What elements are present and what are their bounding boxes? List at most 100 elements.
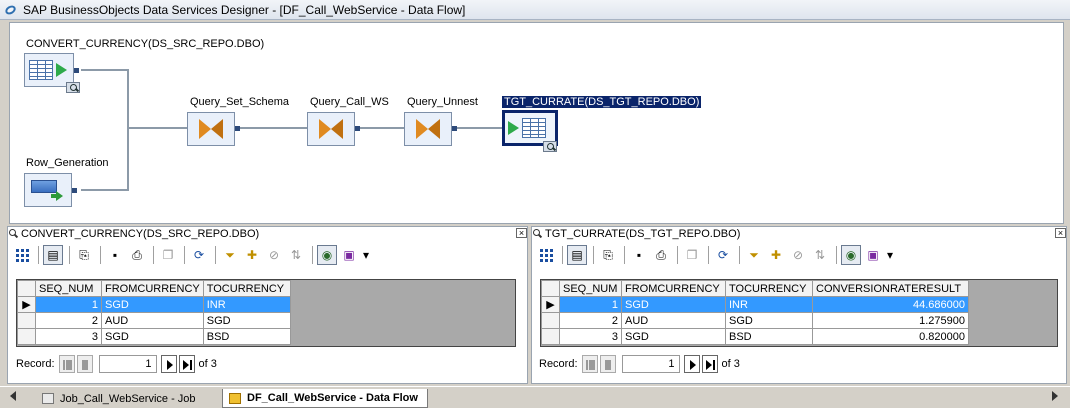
options-icon[interactable]: ▣ bbox=[339, 245, 359, 265]
seq-num-cell[interactable]: 1 bbox=[559, 296, 622, 313]
to-currency-cell[interactable]: BSD bbox=[725, 328, 813, 345]
sort-icon[interactable]: ⇅ bbox=[810, 245, 830, 265]
view-data-icon[interactable] bbox=[66, 82, 80, 93]
close-icon[interactable]: × bbox=[1055, 228, 1066, 238]
table-row[interactable]: 3 SGD BSD 0.820000 bbox=[541, 328, 969, 345]
to-currency-cell[interactable]: INR bbox=[725, 296, 813, 313]
save-icon[interactable]: ▪ bbox=[105, 245, 125, 265]
dropdown-arrow-icon[interactable]: ▾ bbox=[361, 245, 371, 265]
sort-icon[interactable]: ⇅ bbox=[286, 245, 306, 265]
filter-icon[interactable]: ⏷ bbox=[744, 245, 764, 265]
remove-filter-icon[interactable]: ⊘ bbox=[788, 245, 808, 265]
query-set-schema-node[interactable] bbox=[187, 112, 235, 146]
export-icon[interactable]: ⎘ bbox=[74, 245, 94, 265]
export-icon[interactable]: ⎘ bbox=[598, 245, 618, 265]
seq-num-cell[interactable]: 2 bbox=[35, 312, 102, 329]
output-port[interactable] bbox=[72, 188, 77, 193]
grid-view-icon[interactable] bbox=[12, 245, 32, 265]
record-label: Record: bbox=[16, 358, 55, 370]
table-row[interactable]: ▶ 1 SGD INR bbox=[17, 296, 291, 313]
scroll-right-icon[interactable] bbox=[1052, 391, 1058, 401]
last-record-button[interactable] bbox=[701, 355, 718, 373]
show-all-icon[interactable]: ◉ bbox=[317, 245, 337, 265]
column-header[interactable]: SEQ_NUM bbox=[559, 280, 622, 297]
last-record-button[interactable] bbox=[178, 355, 195, 373]
table-row[interactable]: ▶ 1 SGD INR 44.686000 bbox=[541, 296, 969, 313]
column-header[interactable]: CONVERSIONRATERESULT bbox=[812, 280, 969, 297]
target-data-grid[interactable]: SEQ_NUM FROMCURRENCY TOCURRENCY CONVERSI… bbox=[540, 279, 1058, 347]
conversion-rate-cell[interactable]: 1.275900 bbox=[812, 312, 969, 329]
output-port[interactable] bbox=[355, 126, 360, 131]
next-record-button[interactable] bbox=[683, 355, 700, 373]
show-all-icon[interactable]: ◉ bbox=[841, 245, 861, 265]
refresh-icon[interactable]: ⟳ bbox=[713, 245, 733, 265]
to-currency-cell[interactable]: SGD bbox=[725, 312, 813, 329]
from-currency-cell[interactable]: SGD bbox=[101, 296, 204, 313]
query-unnest-node[interactable] bbox=[404, 112, 452, 146]
conversion-rate-cell[interactable]: 0.820000 bbox=[812, 328, 969, 345]
output-port[interactable] bbox=[74, 68, 79, 73]
previous-record-button[interactable] bbox=[76, 355, 93, 373]
to-currency-cell[interactable]: INR bbox=[202, 296, 291, 313]
close-icon[interactable]: × bbox=[516, 228, 527, 238]
connector-line bbox=[81, 69, 129, 71]
add-filter-icon[interactable]: ✚ bbox=[766, 245, 786, 265]
seq-num-cell[interactable]: 2 bbox=[559, 312, 622, 329]
source-data-grid[interactable]: SEQ_NUM FROMCURRENCY TOCURRENCY ▶ 1 SGD … bbox=[16, 279, 516, 347]
copy-icon[interactable]: ❐ bbox=[158, 245, 178, 265]
column-header[interactable]: TOCURRENCY bbox=[202, 280, 291, 297]
panel-title: CONVERT_CURRENCY(DS_SRC_REPO.DBO) bbox=[21, 227, 260, 240]
current-row-indicator: ▶ bbox=[541, 296, 560, 313]
filter-icon[interactable]: ⏷ bbox=[220, 245, 240, 265]
record-number-input[interactable]: 1 bbox=[98, 355, 157, 373]
from-currency-cell[interactable]: SGD bbox=[621, 296, 726, 313]
first-record-button[interactable] bbox=[58, 355, 75, 373]
seq-num-cell[interactable]: 3 bbox=[559, 328, 622, 345]
column-header[interactable]: TOCURRENCY bbox=[725, 280, 813, 297]
column-header[interactable]: FROMCURRENCY bbox=[621, 280, 726, 297]
seq-num-cell[interactable]: 3 bbox=[35, 328, 102, 345]
print-icon[interactable]: ⎙ bbox=[127, 245, 147, 265]
target-node-label: TGT_CURRATE(DS_TGT_REPO.DBO) bbox=[502, 96, 702, 108]
grid-view-icon[interactable] bbox=[536, 245, 556, 265]
save-icon[interactable]: ▪ bbox=[629, 245, 649, 265]
dataflow-canvas[interactable]: CONVERT_CURRENCY(DS_SRC_REPO.DBO) Row_Ge… bbox=[9, 22, 1064, 224]
source-data-table: SEQ_NUM FROMCURRENCY TOCURRENCY ▶ 1 SGD … bbox=[17, 280, 291, 345]
output-port[interactable] bbox=[452, 126, 457, 131]
first-record-button[interactable] bbox=[581, 355, 598, 373]
seq-num-cell[interactable]: 1 bbox=[35, 296, 102, 313]
to-currency-cell[interactable]: SGD bbox=[202, 312, 291, 329]
column-header[interactable]: FROMCURRENCY bbox=[101, 280, 204, 297]
copy-icon[interactable]: ❐ bbox=[682, 245, 702, 265]
view-data-icon[interactable] bbox=[543, 141, 557, 152]
row-generation-node[interactable] bbox=[24, 173, 72, 207]
column-view-icon[interactable]: ▤ bbox=[567, 245, 587, 265]
query-transform-icon bbox=[199, 119, 223, 139]
from-currency-cell[interactable]: AUD bbox=[101, 312, 204, 329]
to-currency-cell[interactable]: BSD bbox=[202, 328, 291, 345]
remove-filter-icon[interactable]: ⊘ bbox=[264, 245, 284, 265]
from-currency-cell[interactable]: AUD bbox=[621, 312, 726, 329]
column-header[interactable]: SEQ_NUM bbox=[35, 280, 102, 297]
tab-job-call-webservice[interactable]: Job_Call_WebService - Job bbox=[36, 389, 216, 408]
scroll-left-icon[interactable] bbox=[10, 391, 16, 401]
table-row[interactable]: 2 AUD SGD bbox=[17, 312, 291, 329]
query-call-ws-node[interactable] bbox=[307, 112, 355, 146]
table-row[interactable]: 2 AUD SGD 1.275900 bbox=[541, 312, 969, 329]
print-icon[interactable]: ⎙ bbox=[651, 245, 671, 265]
from-currency-cell[interactable]: SGD bbox=[101, 328, 204, 345]
refresh-icon[interactable]: ⟳ bbox=[189, 245, 209, 265]
output-port[interactable] bbox=[235, 126, 240, 131]
column-view-icon[interactable]: ▤ bbox=[43, 245, 63, 265]
previous-record-button[interactable] bbox=[599, 355, 616, 373]
table-row[interactable]: 3 SGD BSD bbox=[17, 328, 291, 345]
next-record-button[interactable] bbox=[160, 355, 177, 373]
add-filter-icon[interactable]: ✚ bbox=[242, 245, 262, 265]
record-number-input[interactable]: 1 bbox=[621, 355, 680, 373]
tab-df-call-webservice[interactable]: DF_Call_WebService - Data Flow bbox=[222, 389, 428, 408]
from-currency-cell[interactable]: SGD bbox=[621, 328, 726, 345]
options-icon[interactable]: ▣ bbox=[863, 245, 883, 265]
conversion-rate-cell[interactable]: 44.686000 bbox=[812, 296, 969, 313]
query-call-ws-label: Query_Call_WS bbox=[310, 96, 389, 108]
dropdown-arrow-icon[interactable]: ▾ bbox=[885, 245, 895, 265]
